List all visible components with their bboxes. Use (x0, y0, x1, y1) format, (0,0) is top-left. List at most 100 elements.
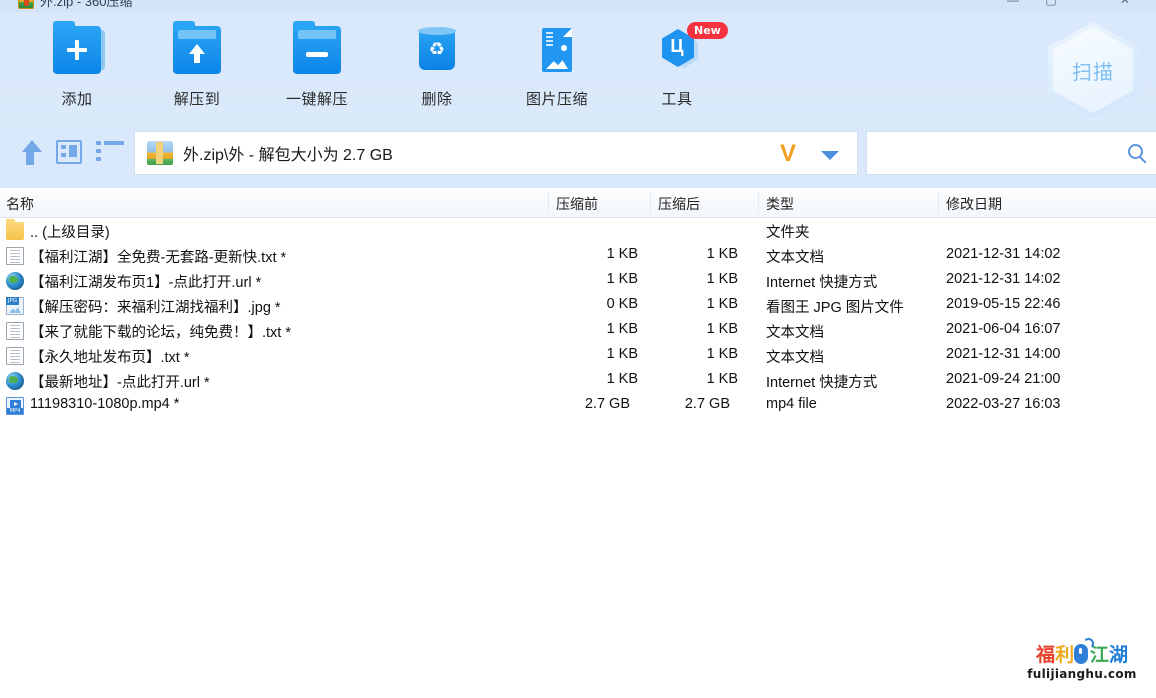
file-type: Internet 快捷方式 (766, 371, 877, 392)
file-size-after: 1 KB (668, 346, 738, 362)
file-date: 2021-12-31 14:00 (946, 346, 1061, 362)
address-bar[interactable]: 外.zip\外 - 解包大小为 2.7 GB V (134, 131, 858, 175)
text-file-icon (6, 322, 24, 340)
column-header-name[interactable]: 名称 (6, 194, 34, 214)
watermark: 福利 江湖 fulijianghu.com (1012, 645, 1152, 689)
file-size-before: 1 KB (568, 371, 638, 387)
zip-archive-icon (18, 0, 34, 9)
image-compress-icon (533, 26, 581, 74)
file-type: 文本文档 (766, 246, 824, 267)
delete-button[interactable]: ♻ 删除 (382, 18, 492, 118)
file-list[interactable]: .. (上级目录) 文件夹 【福利江湖】全免费-无套路-更新快.txt * 1 … (0, 218, 1156, 698)
preview-pane-icon[interactable] (56, 140, 82, 164)
mouse-icon (1074, 644, 1088, 664)
watermark-char-3: 江 (1090, 645, 1109, 666)
one-click-extract-button-label: 一键解压 (262, 88, 372, 109)
file-date: 2021-09-24 21:00 (946, 371, 1061, 387)
file-name: .. (上级目录) (30, 221, 110, 242)
folder-quick-icon (293, 26, 341, 74)
file-name: 【最新地址】-点此打开.url * (30, 371, 210, 392)
file-type: 文件夹 (766, 221, 810, 242)
new-badge: New (687, 22, 728, 39)
internet-shortcut-icon (6, 372, 24, 390)
table-row[interactable]: JPG 【解压密码：来福利江湖找福利】.jpg * 0 KB 1 KB 看图王 … (0, 293, 1156, 318)
file-name: 11198310-1080p.mp4 * (30, 396, 179, 412)
maximize-button[interactable]: ▢ (1038, 0, 1064, 10)
add-button[interactable]: 添加 (22, 18, 132, 118)
file-size-after: 2.7 GB (660, 396, 730, 412)
list-view-icon[interactable] (96, 141, 124, 163)
file-name: 【解压密码：来福利江湖找福利】.jpg * (30, 296, 281, 317)
column-header-after[interactable]: 压缩后 (658, 194, 700, 214)
file-date: 2019-05-15 22:46 (946, 296, 1061, 312)
toolbar-region: 外.zip - 360压缩 — ▢ ✕ 添加 解压到 (0, 0, 1156, 128)
table-row[interactable]: 【福利江湖】全免费-无套路-更新快.txt * 1 KB 1 KB 文本文档 2… (0, 243, 1156, 268)
file-size-after: 1 KB (668, 296, 738, 312)
text-file-icon (6, 347, 24, 365)
file-size-after: 1 KB (668, 321, 738, 337)
minimize-button[interactable]: — (1000, 0, 1026, 10)
toolbox-hex-icon: Ц New (653, 26, 701, 74)
column-header-type[interactable]: 类型 (766, 194, 794, 214)
delete-button-label: 删除 (382, 88, 492, 109)
column-header-before[interactable]: 压缩前 (556, 194, 598, 214)
image-compress-button-label: 图片压缩 (502, 88, 612, 109)
chevron-down-icon[interactable] (821, 151, 839, 160)
column-header-row: 名称 压缩前 压缩后 类型 修改日期 (0, 188, 1156, 218)
table-row[interactable]: 【永久地址发布页】.txt * 1 KB 1 KB 文本文档 2021-12-3… (0, 343, 1156, 368)
watermark-char-2: 利 (1055, 645, 1074, 666)
file-name: 【福利江湖】全免费-无套路-更新快.txt * (30, 246, 286, 267)
folder-plus-icon (53, 26, 101, 74)
jpg-image-icon: JPG (6, 297, 24, 315)
tools-button[interactable]: Ц New 工具 (622, 18, 732, 118)
tools-button-label: 工具 (622, 88, 732, 109)
internet-shortcut-icon (6, 272, 24, 290)
trash-icon: ♻ (413, 26, 461, 74)
address-bar-value: 外.zip\外 - 解包大小为 2.7 GB (183, 141, 393, 165)
file-name: 【福利江湖发布页1】-点此打开.url * (30, 271, 261, 292)
file-size-before: 2.7 GB (560, 396, 630, 412)
file-type: 文本文档 (766, 346, 824, 367)
search-input[interactable] (877, 132, 1113, 172)
file-size-after: 1 KB (668, 246, 738, 262)
file-date: 2021-12-31 14:02 (946, 271, 1061, 287)
one-click-extract-button[interactable]: 一键解压 (262, 18, 372, 118)
title-bar[interactable]: 外.zip - 360压缩 — ▢ ✕ (0, 0, 1156, 12)
add-button-label: 添加 (22, 88, 132, 109)
file-name: 【来了就能下载的论坛，纯免费！】.txt * (30, 321, 291, 342)
file-type: Internet 快捷方式 (766, 271, 877, 292)
watermark-char-4: 湖 (1109, 645, 1128, 666)
table-row[interactable]: 【最新地址】-点此打开.url * 1 KB 1 KB Internet 快捷方… (0, 368, 1156, 393)
brand-logo-icon[interactable]: V (775, 141, 801, 167)
watermark-domain: fulijianghu.com (1012, 667, 1152, 681)
scan-button[interactable]: 扫描 (1048, 22, 1138, 118)
column-header-date[interactable]: 修改日期 (946, 194, 1002, 214)
zip-archive-icon (147, 141, 173, 165)
scan-button-label: 扫描 (1048, 56, 1138, 85)
file-date: 2022-03-27 16:03 (946, 396, 1061, 412)
close-button[interactable]: ✕ (1112, 0, 1138, 10)
table-row[interactable]: 【福利江湖发布页1】-点此打开.url * 1 KB 1 KB Internet… (0, 268, 1156, 293)
table-row[interactable]: MP4 11198310-1080p.mp4 * 2.7 GB 2.7 GB m… (0, 393, 1156, 418)
file-size-after: 1 KB (668, 371, 738, 387)
file-archiver-window: 外.zip - 360压缩 — ▢ ✕ 添加 解压到 (0, 0, 1156, 698)
file-size-before: 1 KB (568, 246, 638, 262)
image-compress-button[interactable]: 图片压缩 (502, 18, 612, 118)
file-type: 文本文档 (766, 321, 824, 342)
table-row[interactable]: .. (上级目录) 文件夹 (0, 218, 1156, 243)
file-size-before: 0 KB (568, 296, 638, 312)
search-icon[interactable] (1128, 144, 1143, 159)
extract-to-button[interactable]: 解压到 (142, 18, 252, 118)
file-size-before: 1 KB (568, 346, 638, 362)
text-file-icon (6, 247, 24, 265)
folder-extract-icon (173, 26, 221, 74)
file-type: 看图王 JPG 图片文件 (766, 296, 904, 317)
search-box[interactable] (866, 131, 1156, 175)
arrow-up-icon[interactable] (18, 140, 42, 166)
file-type: mp4 file (766, 396, 817, 412)
watermark-char-1: 福 (1036, 645, 1055, 666)
window-title: 外.zip - 360压缩 (40, 0, 132, 10)
extract-to-button-label: 解压到 (142, 88, 252, 109)
table-row[interactable]: 【来了就能下载的论坛，纯免费！】.txt * 1 KB 1 KB 文本文档 20… (0, 318, 1156, 343)
file-size-after: 1 KB (668, 271, 738, 287)
